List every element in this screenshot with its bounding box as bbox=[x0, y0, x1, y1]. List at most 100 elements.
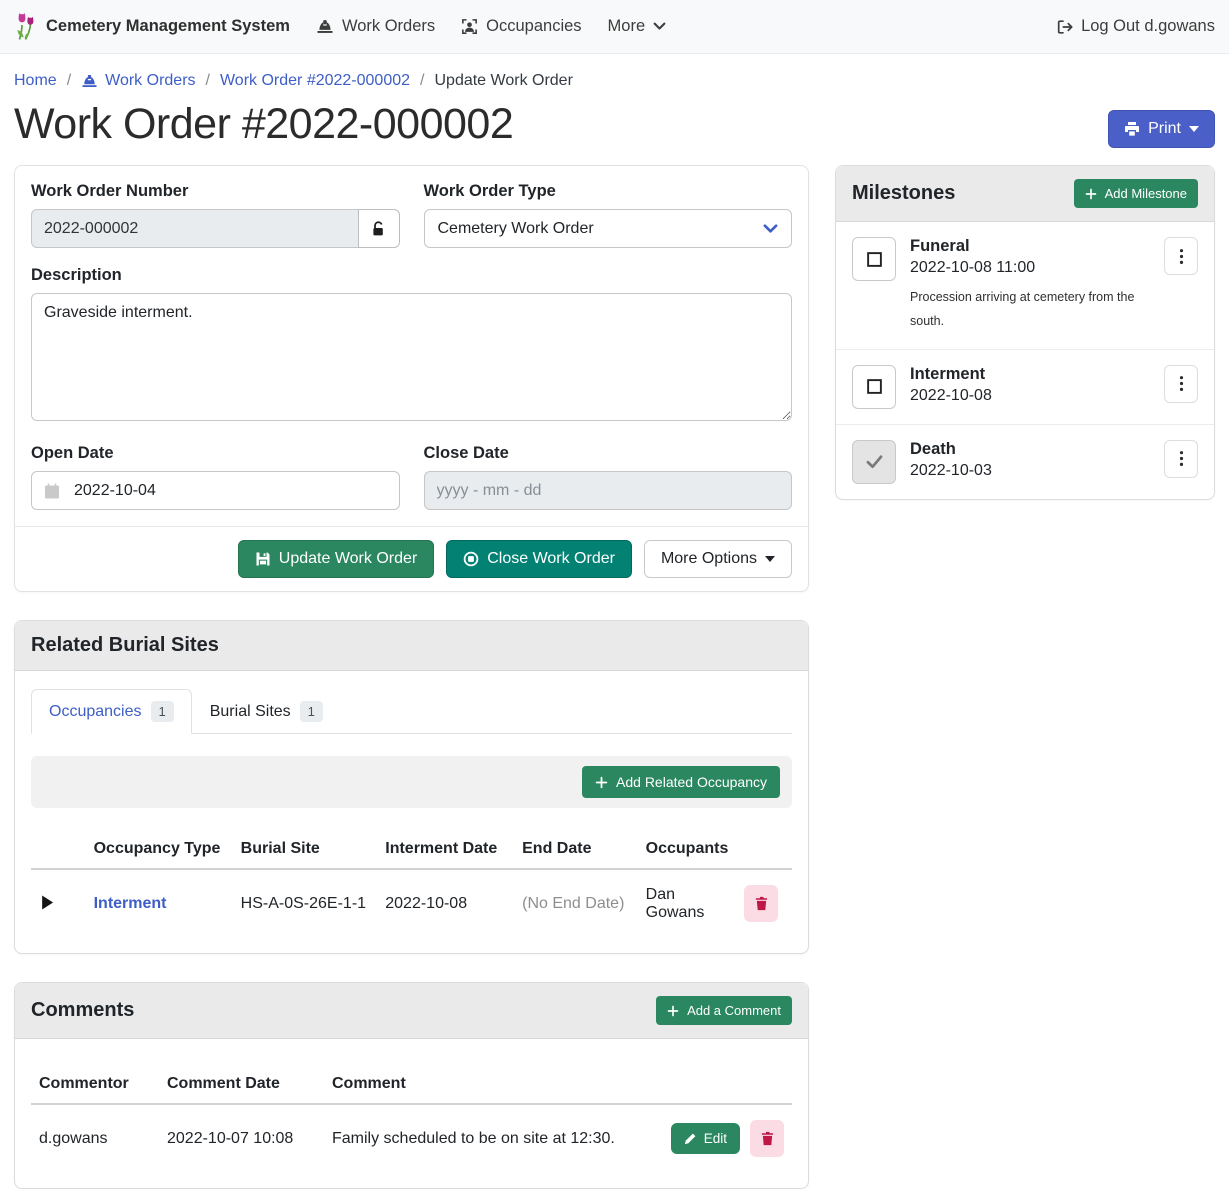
unlock-button[interactable] bbox=[358, 209, 400, 248]
kebab-menu-icon bbox=[1179, 450, 1184, 467]
unlock-icon bbox=[371, 221, 386, 237]
add-comment-button[interactable]: Add a Comment bbox=[656, 996, 792, 1025]
add-milestone-button[interactable]: Add Milestone bbox=[1074, 179, 1198, 208]
tab-burial-sites[interactable]: Burial Sites 1 bbox=[192, 689, 341, 734]
end-date-cell: (No End Date) bbox=[514, 869, 638, 937]
milestone-title: Funeral bbox=[910, 237, 1150, 256]
milestone-description: Procession arriving at cemetery from the… bbox=[910, 286, 1150, 334]
milestone-checkbox-interment[interactable] bbox=[852, 365, 896, 409]
work-order-number-label: Work Order Number bbox=[31, 182, 400, 201]
update-work-order-label: Update Work Order bbox=[279, 550, 417, 568]
milestones-card: Milestones Add Milestone Funeral 2022-10 bbox=[835, 165, 1215, 500]
comments-table: Commentor Comment Date Comment d.gowans … bbox=[31, 1065, 792, 1172]
calendar-icon bbox=[44, 483, 60, 499]
tab-occupancies[interactable]: Occupancies 1 bbox=[31, 689, 192, 734]
square-unchecked-icon bbox=[866, 251, 883, 268]
work-order-type-select[interactable]: Cemetery Work Order bbox=[424, 209, 793, 248]
occupancy-row: Interment HS-A-0S-26E-1-1 2022-10-08 (No… bbox=[31, 869, 792, 937]
col-comment-date: Comment Date bbox=[159, 1065, 324, 1104]
burial-site-cell: HS-A-0S-26E-1-1 bbox=[233, 869, 378, 937]
milestone-title: Death bbox=[910, 440, 1150, 459]
comment-row: d.gowans 2022-10-07 10:08 Family schedul… bbox=[31, 1104, 792, 1172]
brand-link[interactable]: Cemetery Management System bbox=[14, 12, 290, 41]
expand-row-button[interactable] bbox=[39, 893, 56, 912]
nav-label-work-orders: Work Orders bbox=[342, 17, 435, 36]
caret-down-icon bbox=[765, 556, 775, 562]
pencil-icon bbox=[684, 1133, 696, 1145]
occupancy-type-link[interactable]: Interment bbox=[94, 895, 167, 912]
milestone-checkbox-death[interactable] bbox=[852, 440, 896, 484]
close-date-input bbox=[424, 471, 793, 510]
related-burial-sites-card: Related Burial Sites Occupancies 1 Buria… bbox=[14, 620, 809, 954]
milestone-menu-button[interactable] bbox=[1164, 440, 1198, 478]
milestone-menu-button[interactable] bbox=[1164, 237, 1198, 275]
delete-occupancy-button[interactable] bbox=[744, 885, 778, 922]
comments-card: Comments Add a Comment Commentor Comment… bbox=[14, 982, 809, 1189]
breadcrumb-work-order-number[interactable]: Work Order #2022-000002 bbox=[220, 72, 410, 90]
breadcrumb-separator: / bbox=[420, 72, 424, 90]
milestones-title: Milestones bbox=[852, 182, 955, 205]
col-end-date: End Date bbox=[514, 830, 638, 869]
milestone-menu-button[interactable] bbox=[1164, 365, 1198, 403]
commentor-cell: d.gowans bbox=[31, 1104, 159, 1172]
nav-item-occupancies[interactable]: Occupancies bbox=[461, 17, 581, 36]
breadcrumb: Home / Work Orders / Work Order #2022-00… bbox=[0, 54, 1229, 90]
nav-label-occupancies: Occupancies bbox=[486, 17, 581, 36]
update-work-order-button[interactable]: Update Work Order bbox=[238, 540, 434, 578]
breadcrumb-work-orders-label: Work Orders bbox=[105, 72, 195, 90]
edit-comment-button[interactable]: Edit bbox=[671, 1123, 740, 1154]
close-work-order-button[interactable]: Close Work Order bbox=[446, 540, 632, 578]
add-related-occupancy-label: Add Related Occupancy bbox=[616, 774, 767, 790]
milestone-item: Funeral 2022-10-08 11:00 Procession arri… bbox=[836, 222, 1214, 350]
plus-icon bbox=[667, 1005, 679, 1017]
breadcrumb-current: Update Work Order bbox=[434, 72, 572, 90]
description-textarea[interactable] bbox=[31, 293, 792, 421]
tab-occupancies-count: 1 bbox=[151, 701, 174, 722]
chevron-down-icon bbox=[763, 224, 778, 234]
printer-icon bbox=[1124, 121, 1140, 137]
plus-icon bbox=[595, 776, 608, 789]
plus-icon bbox=[1085, 188, 1097, 200]
nav-item-work-orders[interactable]: Work Orders bbox=[316, 17, 435, 36]
nav-item-more[interactable]: More bbox=[608, 17, 667, 36]
col-interment-date: Interment Date bbox=[377, 830, 514, 869]
close-work-order-label: Close Work Order bbox=[487, 550, 615, 568]
col-burial-site: Burial Site bbox=[233, 830, 378, 869]
add-comment-label: Add a Comment bbox=[687, 1003, 781, 1018]
breadcrumb-home[interactable]: Home bbox=[14, 72, 57, 90]
comment-date-cell: 2022-10-07 10:08 bbox=[159, 1104, 324, 1172]
delete-comment-button[interactable] bbox=[750, 1120, 784, 1157]
milestone-checkbox-funeral[interactable] bbox=[852, 237, 896, 281]
person-bounding-box-icon bbox=[461, 18, 478, 35]
logout-icon bbox=[1056, 19, 1073, 35]
top-navbar: Cemetery Management System Work Orders O… bbox=[0, 0, 1229, 54]
tab-burial-sites-count: 1 bbox=[300, 701, 323, 722]
trash-icon bbox=[755, 896, 768, 911]
add-related-occupancy-button[interactable]: Add Related Occupancy bbox=[582, 766, 780, 798]
occupancies-table: Occupancy Type Burial Site Interment Dat… bbox=[31, 830, 792, 937]
print-button[interactable]: Print bbox=[1108, 110, 1215, 148]
more-options-label: More Options bbox=[661, 550, 757, 568]
work-order-form-card: Work Order Number bbox=[14, 165, 809, 592]
logout-link[interactable]: Log Out d.gowans bbox=[1056, 17, 1215, 36]
print-label: Print bbox=[1148, 120, 1181, 138]
milestone-date: 2022-10-08 11:00 bbox=[910, 259, 1150, 277]
description-label: Description bbox=[31, 266, 792, 285]
tab-burial-sites-label: Burial Sites bbox=[210, 703, 291, 721]
more-options-button[interactable]: More Options bbox=[644, 540, 792, 578]
hardhat-icon bbox=[81, 74, 98, 88]
col-occupants: Occupants bbox=[638, 830, 737, 869]
milestone-date: 2022-10-08 bbox=[910, 387, 1150, 405]
related-burial-sites-title: Related Burial Sites bbox=[31, 634, 219, 657]
square-unchecked-icon bbox=[866, 378, 883, 395]
breadcrumb-work-orders[interactable]: Work Orders bbox=[81, 72, 195, 90]
tulip-logo-icon bbox=[14, 12, 38, 41]
milestone-item: Death 2022-10-03 bbox=[836, 425, 1214, 499]
open-date-input[interactable] bbox=[31, 471, 400, 510]
trash-icon bbox=[761, 1131, 774, 1146]
save-icon bbox=[255, 551, 271, 567]
page-title: Work Order #2022-000002 bbox=[14, 100, 513, 149]
open-date-label: Open Date bbox=[31, 444, 400, 463]
interment-date-cell: 2022-10-08 bbox=[377, 869, 514, 937]
add-milestone-label: Add Milestone bbox=[1105, 186, 1187, 201]
